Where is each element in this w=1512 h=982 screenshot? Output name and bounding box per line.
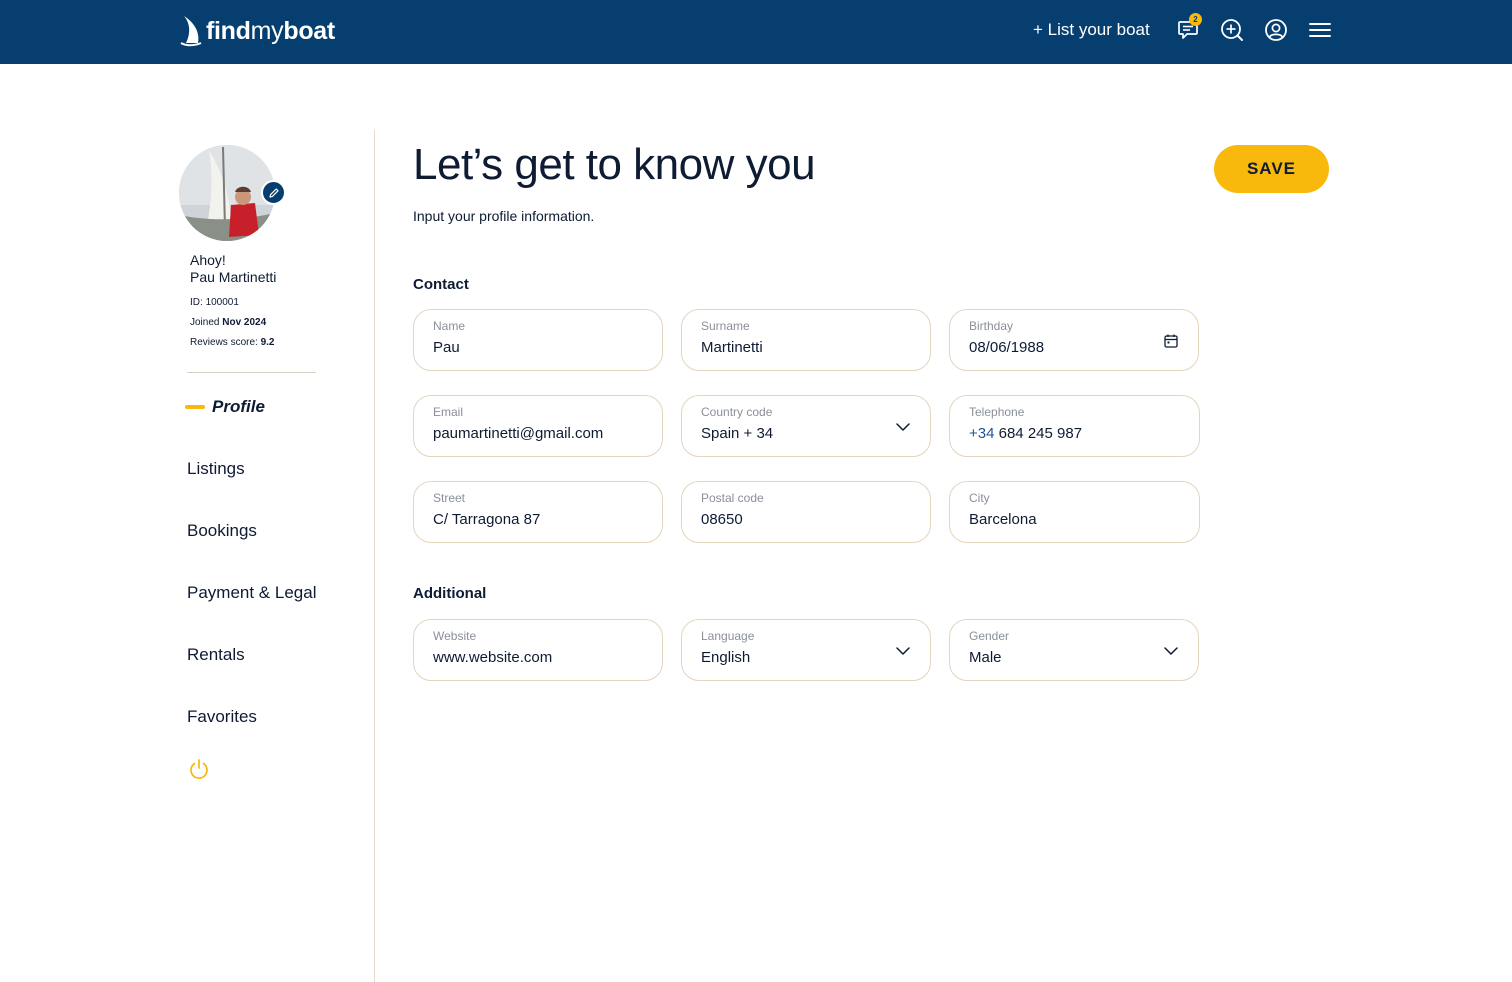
chevron-down-icon xyxy=(1164,647,1178,655)
pencil-icon xyxy=(268,187,279,198)
sidebar-divider xyxy=(187,372,316,373)
search-plus-icon xyxy=(1221,19,1243,41)
search-button[interactable] xyxy=(1219,17,1245,43)
sail-logo-icon xyxy=(180,16,202,47)
sidebar-item-payment-legal[interactable]: Payment & Legal xyxy=(187,583,316,603)
country-code-select[interactable]: Country code Spain + 34 xyxy=(681,395,931,457)
sidebar-item-listings[interactable]: Listings xyxy=(187,459,245,479)
sidebar-item-favorites[interactable]: Favorites xyxy=(187,707,257,727)
additional-section-heading: Additional xyxy=(413,585,487,602)
greeting-text: Ahoy! xyxy=(190,252,226,268)
phone-number: 684 245 987 xyxy=(998,425,1083,442)
email-field[interactable]: Email paumartinetti@gmail.com xyxy=(413,395,663,457)
active-nav-indicator xyxy=(185,405,205,409)
name-field[interactable]: Name Pau xyxy=(413,309,663,371)
sidebar-vertical-divider xyxy=(374,130,375,982)
user-icon xyxy=(1265,19,1287,41)
notification-badge: 2 xyxy=(1189,13,1202,26)
edit-avatar-button[interactable] xyxy=(261,180,286,205)
contact-section-heading: Contact xyxy=(413,276,469,293)
user-id: ID: 100001 xyxy=(190,297,239,308)
city-field[interactable]: City Barcelona xyxy=(949,481,1200,543)
logo-wordmark: findmyboat xyxy=(206,16,335,45)
profile-greeting: Ahoy! Pau Martinetti xyxy=(190,252,276,286)
phone-prefix: +34 xyxy=(969,425,995,442)
user-name: Pau Martinetti xyxy=(190,269,277,285)
language-select[interactable]: Language English xyxy=(681,619,931,681)
birthday-field[interactable]: Birthday 08/06/1988 xyxy=(949,309,1199,371)
street-field[interactable]: Street C/ Tarragona 87 xyxy=(413,481,663,543)
power-icon xyxy=(190,759,208,779)
sidebar-item-bookings[interactable]: Bookings xyxy=(187,521,257,541)
postal-code-field[interactable]: Postal code 08650 xyxy=(681,481,931,543)
logout-button[interactable] xyxy=(188,758,210,780)
surname-field[interactable]: Surname Martinetti xyxy=(681,309,931,371)
telephone-field[interactable]: Telephone +34 684 245 987 xyxy=(949,395,1200,457)
sidebar-item-profile[interactable]: Profile xyxy=(212,397,265,417)
findmyboat-logo[interactable]: findmyboat xyxy=(178,14,335,48)
calendar-icon[interactable] xyxy=(1162,332,1180,350)
website-field[interactable]: Website www.website.com xyxy=(413,619,663,681)
reviews-score: Reviews score: 9.2 xyxy=(190,337,275,348)
chevron-down-icon xyxy=(896,647,910,655)
messages-button[interactable]: 2 xyxy=(1176,13,1202,43)
gender-select[interactable]: Gender Male xyxy=(949,619,1199,681)
account-button[interactable] xyxy=(1263,17,1289,43)
sidebar-item-rentals[interactable]: Rentals xyxy=(187,645,245,665)
chevron-down-icon xyxy=(896,423,910,431)
save-button[interactable]: SAVE xyxy=(1214,145,1329,193)
top-navbar: findmyboat + List your boat 2 xyxy=(0,0,1512,64)
menu-button[interactable] xyxy=(1308,17,1334,43)
joined-date: Joined Nov 2024 xyxy=(190,317,267,328)
page-subtitle: Input your profile information. xyxy=(413,208,595,224)
menu-icon xyxy=(1309,23,1331,37)
page-title: Let’s get to know you xyxy=(413,140,816,189)
list-your-boat-link[interactable]: + List your boat xyxy=(1033,20,1150,40)
